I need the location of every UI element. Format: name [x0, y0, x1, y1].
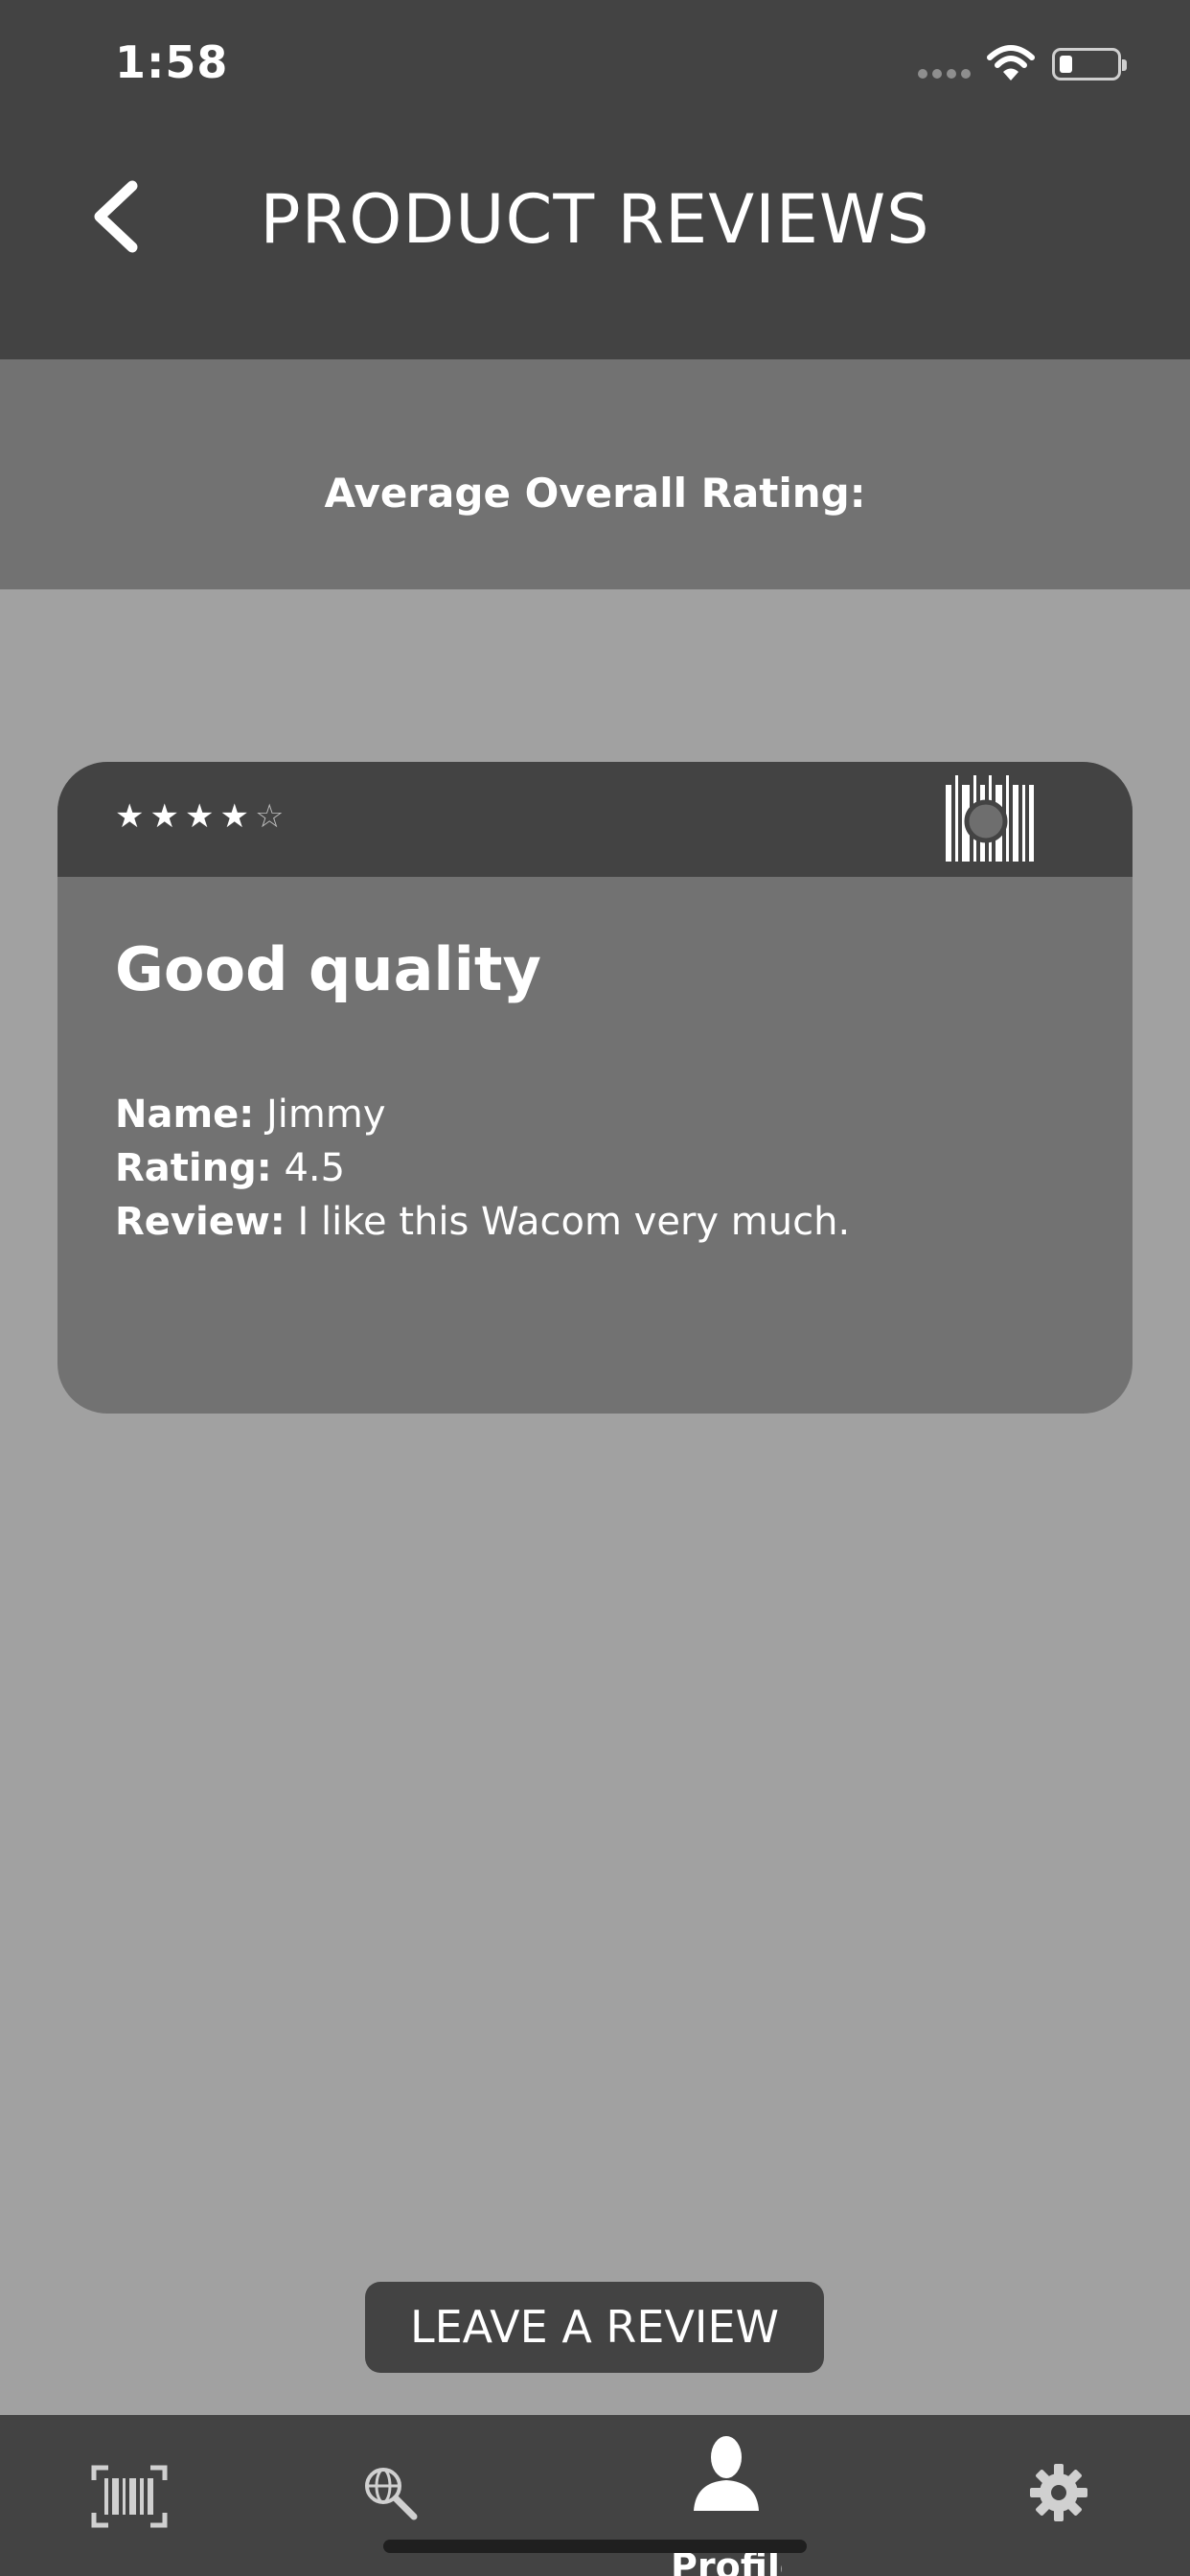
globe-search-icon[interactable] — [362, 2465, 418, 2520]
review-details: Name: Jimmy Rating: 4.5 Review: I like t… — [115, 1088, 850, 1249]
star-filled-icon: ★ — [149, 797, 179, 836]
barcode-logo-icon — [946, 775, 1034, 862]
home-indicator — [383, 2540, 807, 2553]
rating-label: Rating: — [115, 1146, 272, 1190]
review-name-line: Name: Jimmy — [115, 1088, 850, 1141]
review-title: Good quality — [115, 934, 541, 1004]
review-card-header: ★ ★ ★ ★ ☆ — [57, 762, 1133, 877]
wifi-icon — [987, 45, 1035, 80]
profile-icon — [694, 2436, 759, 2511]
tab-profile[interactable]: Profile — [671, 2434, 782, 2576]
top-bar: 1:58 PRODUCT REVIEWS — [0, 0, 1190, 359]
cellular-signal-icon — [918, 69, 973, 80]
barcode-scan-icon[interactable] — [91, 2465, 168, 2528]
star-filled-icon: ★ — [115, 797, 145, 836]
name-label: Name: — [115, 1092, 255, 1137]
star-filled-icon: ★ — [184, 797, 215, 836]
star-rating: ★ ★ ★ ★ ☆ — [115, 800, 284, 833]
review-rating-line: Rating: 4.5 — [115, 1141, 850, 1195]
status-time: 1:58 — [115, 36, 229, 88]
star-empty-icon: ☆ — [254, 797, 285, 836]
review-card[interactable]: ★ ★ ★ ★ ☆ Good quality Name: Jimmy Ratin — [57, 762, 1133, 1414]
gear-icon[interactable] — [1029, 2463, 1088, 2522]
page-title: PRODUCT REVIEWS — [260, 180, 930, 259]
review-text-line: Review: I like this Wacom very much. — [115, 1195, 850, 1249]
rating-value: 4.5 — [271, 1146, 346, 1190]
review-label: Review: — [115, 1200, 286, 1244]
review-value: I like this Wacom very much. — [285, 1200, 851, 1244]
star-filled-icon: ★ — [219, 797, 249, 836]
leave-review-button[interactable]: LEAVE A REVIEW — [365, 2282, 824, 2373]
battery-icon — [1052, 48, 1127, 80]
name-value: Jimmy — [254, 1092, 386, 1137]
average-rating-label: Average Overall Rating: — [324, 470, 866, 517]
